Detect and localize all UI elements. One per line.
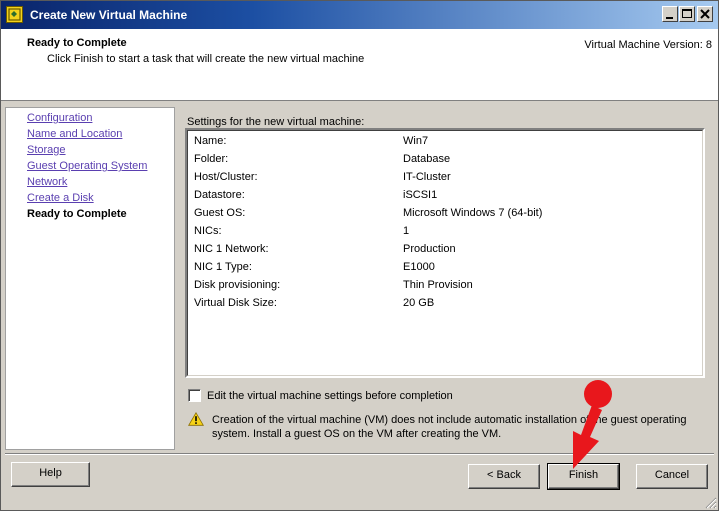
settings-key: Disk provisioning: — [194, 279, 281, 291]
settings-key: Name: — [194, 135, 227, 147]
nav-item-configuration[interactable]: Configuration — [27, 112, 92, 124]
settings-row: NICs: 1 — [194, 225, 694, 239]
settings-row: Folder: Database — [194, 153, 694, 167]
settings-value: IT-Cluster — [403, 171, 451, 183]
settings-key: Guest OS: — [194, 207, 246, 219]
settings-row: NIC 1 Network: Production — [194, 243, 694, 257]
wizard-header: Ready to Complete Click Finish to start … — [1, 29, 718, 101]
settings-key: Host/Cluster: — [194, 171, 258, 183]
window-title: Create New Virtual Machine — [30, 8, 188, 22]
warning-icon — [188, 412, 204, 426]
settings-row: Guest OS: Microsoft Windows 7 (64-bit) — [194, 207, 694, 221]
settings-value: E1000 — [403, 261, 435, 273]
close-icon — [700, 9, 710, 19]
cancel-button[interactable]: Cancel — [636, 464, 708, 489]
nav-item-name-and-location[interactable]: Name and Location — [27, 128, 122, 140]
maximize-icon — [682, 9, 692, 18]
settings-row: Disk provisioning: Thin Provision — [194, 279, 694, 293]
page-subtitle: Click Finish to start a task that will c… — [47, 53, 365, 65]
settings-key: Virtual Disk Size: — [194, 297, 277, 309]
settings-value: Production — [403, 243, 456, 255]
settings-value: Win7 — [403, 135, 429, 147]
settings-value: Thin Provision — [403, 279, 473, 291]
close-button[interactable] — [697, 6, 713, 22]
settings-key: NIC 1 Type: — [194, 261, 252, 273]
wizard-window: Create New Virtual Machine Ready to Comp… — [0, 0, 719, 511]
settings-row: NIC 1 Type: E1000 — [194, 261, 694, 275]
vm-version-label: Virtual Machine Version: 8 — [584, 39, 712, 51]
nav-item-ready-to-complete: Ready to Complete — [27, 208, 127, 220]
settings-heading: Settings for the new virtual machine: — [187, 116, 365, 128]
edit-settings-checkbox[interactable] — [188, 389, 201, 402]
settings-row: Host/Cluster: IT-Cluster — [194, 171, 694, 185]
settings-summary: Name: Win7 Folder: Database Host/Cluster: I… — [185, 128, 705, 378]
settings-key: NIC 1 Network: — [194, 243, 269, 255]
resize-grip-icon[interactable] — [704, 496, 717, 509]
warning-message: Creation of the virtual machine (VM) doe… — [212, 414, 687, 440]
settings-value: Database — [403, 153, 451, 165]
help-button[interactable]: Help — [11, 462, 90, 487]
back-button[interactable]: < Back — [468, 464, 540, 489]
vm-app-icon — [6, 6, 23, 23]
settings-value: Microsoft Windows 7 (64-bit) — [403, 207, 543, 219]
nav-item-storage[interactable]: Storage — [27, 144, 66, 156]
maximize-button[interactable] — [679, 6, 695, 22]
minimize-button[interactable] — [662, 6, 678, 22]
settings-key: Folder: — [194, 153, 229, 165]
settings-row: Virtual Disk Size: 20 GB — [194, 297, 694, 311]
edit-settings-checkbox-label[interactable]: Edit the virtual machine settings before… — [207, 390, 453, 402]
settings-value: 20 GB — [403, 297, 435, 309]
settings-row: Name: Win7 — [194, 135, 694, 149]
page-title: Ready to Complete — [27, 37, 127, 49]
red-arrow-pointer-icon — [573, 380, 612, 469]
settings-key: Datastore: — [194, 189, 245, 201]
nav-item-network[interactable]: Network — [27, 176, 67, 188]
nav-item-guest-os[interactable]: Guest Operating System — [27, 160, 147, 172]
title-bar[interactable]: Create New Virtual Machine — [1, 1, 718, 29]
settings-value: iSCSI1 — [403, 189, 438, 201]
main-panel: Settings for the new virtual machine: Na… — [179, 107, 714, 450]
nav-item-create-disk[interactable]: Create a Disk — [27, 192, 94, 204]
minimize-icon — [666, 17, 673, 19]
settings-key: NICs: — [194, 225, 222, 237]
settings-row: Datastore: iSCSI1 — [194, 189, 694, 203]
wizard-steps-nav: Configuration Name and Location Storage … — [5, 107, 175, 450]
settings-value: 1 — [403, 225, 410, 237]
